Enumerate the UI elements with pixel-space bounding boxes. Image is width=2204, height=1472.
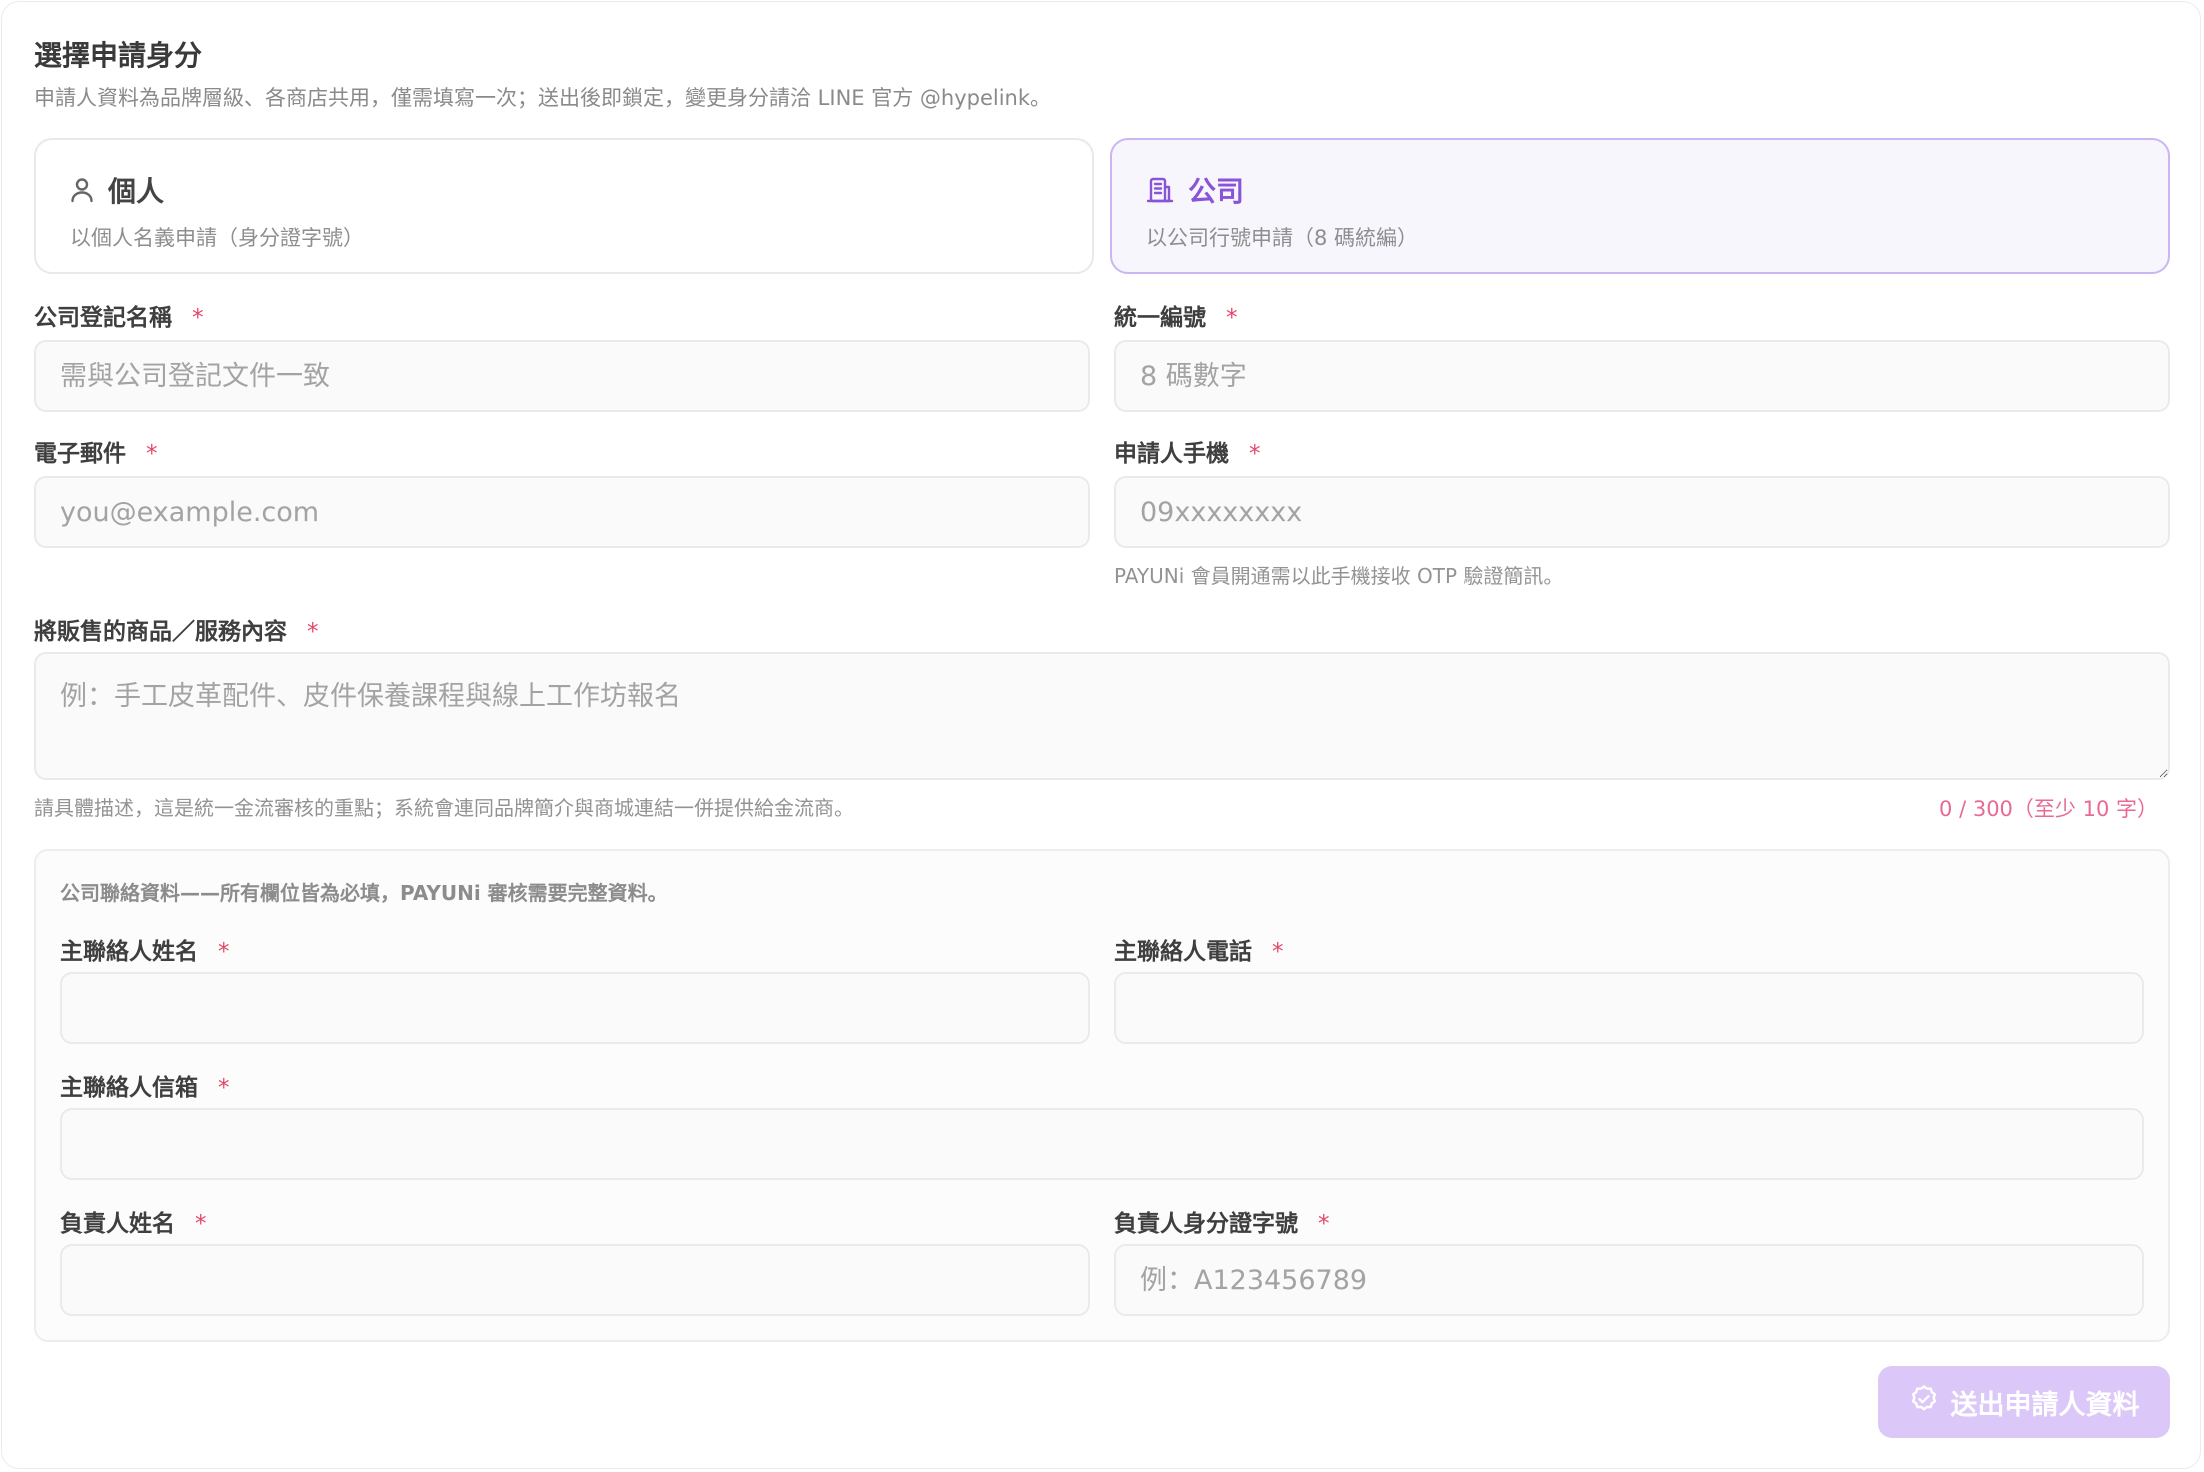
identity-option-label: 個人 (108, 175, 165, 208)
contact-name-label: 主聯絡人姓名 * (60, 939, 230, 965)
identity-option-personal[interactable]: 個人 以個人名義申請（身分證字號） (34, 138, 1094, 274)
submit-button[interactable]: 送出申請人資料 (1878, 1366, 2170, 1438)
contact-phone-input[interactable] (1114, 972, 2144, 1044)
contact-name-input[interactable] (60, 972, 1090, 1044)
identity-option-label: 公司 (1188, 175, 1245, 208)
email-input[interactable] (34, 476, 1090, 548)
required-mark: * (218, 939, 230, 965)
required-mark: * (192, 305, 204, 331)
tax-id-label: 統一編號 * (1114, 305, 1238, 331)
owner-id-label: 負責人身分證字號 * (1114, 1211, 1330, 1237)
products-char-counter: 0 / 300（至少 10 字） (1939, 797, 2158, 821)
owner-name-label: 負責人姓名 * (60, 1211, 207, 1237)
person-icon (70, 177, 94, 203)
submit-button-label: 送出申請人資料 (1950, 1389, 2140, 1421)
required-mark: * (307, 619, 319, 645)
phone-hint: PAYUNi 會員開通需以此手機接收 OTP 驗證簡訊。 (1114, 564, 1564, 588)
contact-section-note: 公司聯絡資料——所有欄位皆為必填，PAYUNi 審核需要完整資料。 (60, 881, 668, 905)
contact-email-label: 主聯絡人信箱 * (60, 1075, 230, 1101)
page-subtitle: 申請人資料為品牌層級、各商店共用，僅需填寫一次；送出後即鎖定，變更身分請洽 LI… (34, 86, 1052, 110)
company-name-input[interactable] (34, 340, 1090, 412)
required-mark: * (146, 441, 158, 467)
products-label: 將販售的商品／服務內容 * (34, 619, 319, 645)
identity-option-company[interactable]: 公司 以公司行號申請（8 碼統編） (1110, 138, 2170, 274)
contact-email-input[interactable] (60, 1108, 2144, 1180)
required-mark: * (1272, 939, 1284, 965)
required-mark: * (195, 1211, 207, 1237)
company-name-label: 公司登記名稱 * (34, 305, 204, 331)
identity-option-description: 以公司行號申請（8 碼統編） (1146, 226, 1419, 250)
page-title: 選擇申請身分 (34, 39, 203, 72)
required-mark: * (1318, 1211, 1330, 1237)
owner-name-input[interactable] (60, 1244, 1090, 1316)
products-textarea[interactable] (34, 652, 2170, 780)
check-circle-icon (1909, 1384, 1939, 1421)
building-icon (1146, 176, 1174, 204)
phone-input[interactable] (1114, 476, 2170, 548)
identity-option-description: 以個人名義申請（身分證字號） (70, 226, 364, 250)
products-hint: 請具體描述，這是統一金流審核的重點；系統會連同品牌簡介與商城連結一併提供給金流商… (34, 796, 854, 820)
tax-id-input[interactable] (1114, 340, 2170, 412)
email-label: 電子郵件 * (34, 441, 158, 467)
required-mark: * (218, 1075, 230, 1101)
required-mark: * (1226, 305, 1238, 331)
contact-phone-label: 主聯絡人電話 * (1114, 939, 1284, 965)
required-mark: * (1249, 441, 1261, 467)
owner-id-input[interactable] (1114, 1244, 2144, 1316)
phone-label: 申請人手機 * (1114, 441, 1261, 467)
